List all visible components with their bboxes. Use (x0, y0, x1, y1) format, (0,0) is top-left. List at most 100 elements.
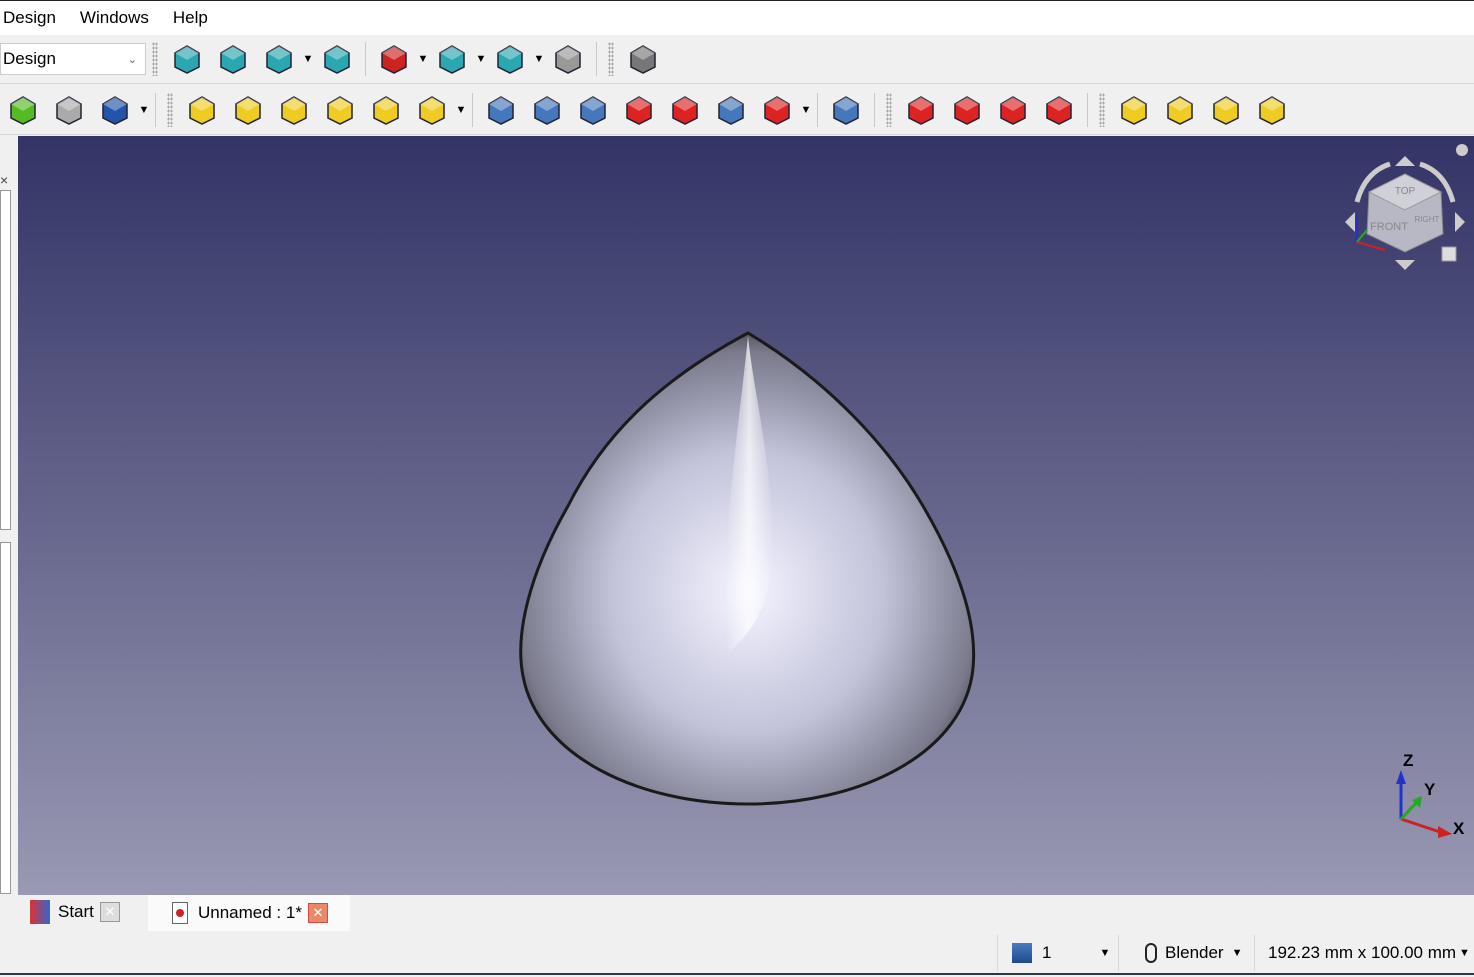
workbench-label: Design (3, 49, 56, 68)
axis-z-label: Z (1403, 751, 1413, 770)
toolbar-grip[interactable] (1099, 93, 1105, 127)
draw-style-button[interactable] (374, 39, 414, 79)
panel-close-icon[interactable]: × (0, 172, 11, 188)
boolean-icon (833, 96, 859, 125)
boolean-button[interactable] (826, 90, 866, 130)
page-selector[interactable]: 1 ▼ (1012, 931, 1110, 975)
pad-button[interactable] (182, 90, 222, 130)
axis-indicator: Z Y X (1396, 751, 1465, 838)
multi-transform-button[interactable] (1252, 90, 1292, 130)
toolbar-grip[interactable] (167, 93, 173, 127)
additive-helix-icon (373, 96, 399, 125)
navcube-arrow-right-icon[interactable] (1455, 212, 1465, 232)
sketch-view-button[interactable] (317, 39, 357, 79)
fit-all-button[interactable] (167, 39, 207, 79)
additive-helix-button[interactable] (366, 90, 406, 130)
panel-frame-upper (0, 190, 11, 530)
chamfer-icon (954, 96, 980, 125)
navcube-arrow-down-icon[interactable] (1395, 260, 1415, 270)
navcube-menu-icon[interactable] (1456, 144, 1468, 156)
page-dropdown-icon[interactable]: ▼ (1099, 947, 1110, 959)
dropdown-arrow-icon[interactable]: ▼ (800, 104, 812, 116)
revolution-button[interactable] (228, 90, 268, 130)
mouse-icon (1145, 943, 1157, 963)
fillet-button[interactable] (901, 90, 941, 130)
dimension-dropdown-icon: ▼ (1459, 947, 1470, 959)
subtractive-box-button[interactable] (757, 90, 797, 130)
sketch-button[interactable] (95, 90, 135, 130)
tab-unnamed-label: Unnamed : 1* (198, 903, 302, 922)
navigation-style-label: Blender (1165, 943, 1224, 962)
subtractive-loft-button[interactable] (619, 90, 659, 130)
dropdown-arrow-icon[interactable]: ▼ (417, 53, 429, 65)
mirrored-button[interactable] (1114, 90, 1154, 130)
navcube-arrow-up-icon[interactable] (1395, 156, 1415, 166)
menu-windows[interactable]: Windows (68, 8, 161, 28)
navigation-dropdown-icon: ▼ (1231, 947, 1243, 959)
navigation-style-selector[interactable]: Blender ▼ (1145, 931, 1243, 975)
additive-box-icon (419, 96, 445, 125)
axis-x-label: X (1453, 819, 1465, 838)
dropdown-arrow-icon[interactable]: ▼ (302, 53, 314, 65)
menu-design[interactable]: Design (0, 8, 68, 28)
toolbar-separator (817, 93, 818, 127)
sketch-view-icon (324, 45, 350, 74)
dropdown-arrow-icon[interactable]: ▼ (138, 104, 150, 116)
additive-box-button[interactable] (412, 90, 452, 130)
box-selection-button[interactable] (432, 39, 472, 79)
toolbar-grip[interactable] (886, 93, 892, 127)
3d-viewport[interactable]: TOP FRONT RIGHT Z Y X (18, 136, 1474, 895)
dropdown-arrow-icon[interactable]: ▼ (533, 53, 545, 65)
tab-start-close-icon[interactable]: ✕ (99, 902, 120, 922)
subtractive-helix-button[interactable] (711, 90, 751, 130)
draft-button[interactable] (993, 90, 1033, 130)
view-dimensions: 192.23 mm x 100.00 mm (1268, 943, 1457, 962)
sketch-icon (102, 96, 128, 125)
dropdown-arrow-icon[interactable]: ▼ (475, 53, 487, 65)
groove-button[interactable] (573, 90, 613, 130)
sync-view-button[interactable] (490, 39, 530, 79)
whats-this-button[interactable] (623, 39, 663, 79)
hole-button[interactable] (527, 90, 567, 130)
navcube-view-menu-icon[interactable] (1441, 246, 1457, 262)
measure-button[interactable] (548, 39, 588, 79)
draft-icon (1000, 96, 1026, 125)
dimension-selector[interactable]: 192.23 mm x 100.00 mm ▼ (1268, 931, 1470, 975)
tab-start[interactable]: Start ✕ (24, 895, 146, 929)
fit-all-icon (174, 45, 200, 74)
groove-icon (580, 96, 606, 125)
shape-binder-button[interactable] (3, 90, 43, 130)
thickness-button[interactable] (1039, 90, 1079, 130)
pad-icon (189, 96, 215, 125)
tab-unnamed[interactable]: Unnamed : 1* ✕ (148, 895, 350, 931)
subtractive-pipe-button[interactable] (665, 90, 705, 130)
toolbar-grip[interactable] (152, 42, 158, 76)
chevron-down-icon: ⌄ (127, 53, 137, 66)
isometric-view-button[interactable] (259, 39, 299, 79)
menu-help[interactable]: Help (161, 8, 220, 28)
tab-unnamed-close-icon[interactable]: ✕ (307, 903, 328, 923)
freecad-logo-icon (30, 900, 50, 924)
additive-pipe-button[interactable] (320, 90, 360, 130)
menu-bar: Design Windows Help (0, 0, 1474, 35)
dropdown-arrow-icon[interactable]: ▼ (455, 104, 467, 116)
sync-view-icon (497, 45, 523, 74)
workbench-selector[interactable]: Design ⌄ (0, 43, 146, 75)
fit-selection-button[interactable] (213, 39, 253, 79)
toolbar-separator (596, 42, 597, 76)
panel-frame-lower (0, 542, 11, 894)
navigation-cube[interactable]: TOP FRONT RIGHT (1345, 144, 1468, 270)
toolbar-separator (874, 93, 875, 127)
pocket-button[interactable] (481, 90, 521, 130)
navcube-arrow-left-icon[interactable] (1345, 212, 1355, 232)
polar-pattern-button[interactable] (1206, 90, 1246, 130)
additive-loft-button[interactable] (274, 90, 314, 130)
teardrop-solid[interactable] (519, 331, 976, 806)
subtractive-pipe-icon (672, 96, 698, 125)
navcube-top-label: TOP (1395, 186, 1416, 197)
toolbar-grip[interactable] (608, 42, 614, 76)
navcube-front-label: FRONT (1370, 221, 1408, 233)
linear-pattern-button[interactable] (1160, 90, 1200, 130)
chamfer-button[interactable] (947, 90, 987, 130)
clone-button[interactable] (49, 90, 89, 130)
